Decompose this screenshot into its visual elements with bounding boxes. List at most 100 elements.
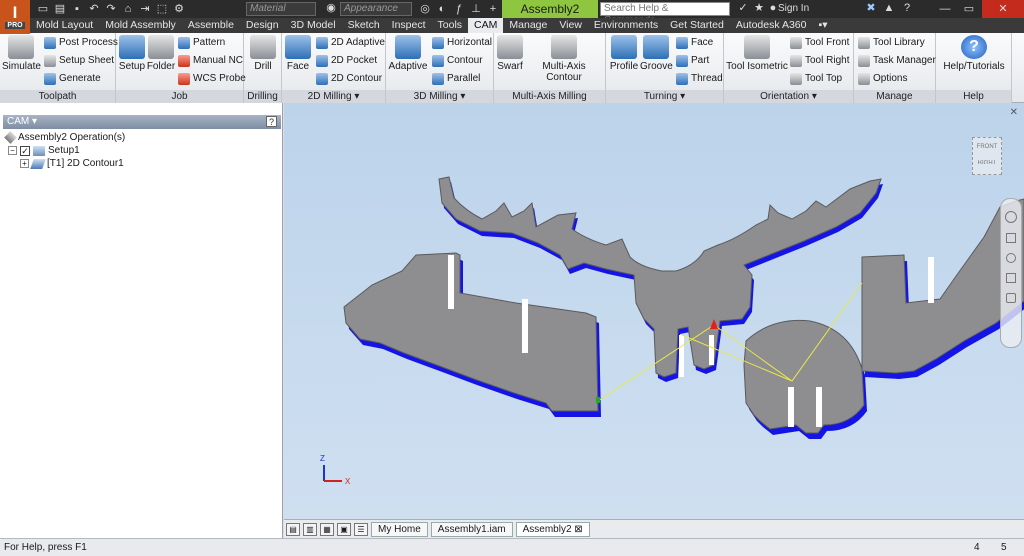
part-button[interactable]: Part — [676, 53, 709, 68]
tab-view[interactable]: View — [553, 18, 588, 33]
tab-cam[interactable]: CAM — [468, 18, 504, 33]
tab-inspect[interactable]: Inspect — [386, 18, 432, 33]
sign-in-link[interactable]: Sign In — [778, 2, 809, 16]
panel-title-orientation[interactable]: Orientation ▾ — [724, 90, 853, 103]
tool-top-button[interactable]: Tool Top — [790, 71, 842, 86]
face-button[interactable]: Face — [284, 35, 312, 72]
open-folder-icon[interactable]: ▤ — [53, 3, 67, 16]
doctab-assembly2[interactable]: Assembly2 ⊠ — [515, 521, 590, 537]
tab-get-started[interactable]: Get Started — [664, 18, 730, 33]
zoom-icon[interactable] — [1006, 253, 1016, 263]
properties-icon[interactable]: ⚙ — [172, 3, 186, 16]
tool-library-button[interactable]: Tool Library — [858, 35, 925, 50]
profile-button[interactable]: Profile — [608, 35, 640, 72]
tab-environments[interactable]: Environments — [588, 18, 664, 33]
redo-icon[interactable]: ↷ — [104, 3, 118, 16]
task-manager-button[interactable]: Task Manager — [858, 53, 936, 68]
tab-autodesk-a360[interactable]: Autodesk A360 — [730, 18, 813, 33]
setup-button[interactable]: Setup — [118, 35, 146, 72]
viewcube-right-label[interactable]: RIGHT — [973, 158, 1001, 164]
panel-title-turning[interactable]: Turning ▾ — [606, 90, 723, 103]
setup-checkbox[interactable]: ✓ — [20, 145, 30, 156]
tile-horizontal-icon[interactable]: ▤ — [286, 522, 300, 536]
viewcube-front-label[interactable]: FRONT — [973, 144, 1001, 150]
search-tools-icon[interactable]: ✓ — [736, 2, 750, 15]
tab-mold-layout[interactable]: Mold Layout — [30, 18, 99, 33]
horizontal-button[interactable]: Horizontal — [432, 35, 492, 50]
panel-title-3d-milling[interactable]: 3D Milling ▾ — [386, 90, 493, 103]
maximize-button[interactable]: ▭ — [958, 0, 980, 18]
material-dropdown[interactable]: Material — [246, 2, 316, 16]
select-icon[interactable]: ⬚ — [155, 3, 169, 16]
tab-3d-model[interactable]: 3D Model — [285, 18, 342, 33]
tab-tools[interactable]: Tools — [432, 18, 469, 33]
cascade-icon[interactable]: ▦ — [320, 522, 334, 536]
viewcube[interactable]: FRONT RIGHT — [972, 137, 1002, 175]
swarf-button[interactable]: Swarf — [496, 35, 524, 72]
groove-button[interactable]: Groove — [640, 35, 673, 72]
steering-wheel-icon[interactable] — [1005, 211, 1017, 223]
tab-manage[interactable]: Manage — [503, 18, 553, 33]
orbit-icon[interactable] — [1006, 273, 1016, 283]
wcs-probe-button[interactable]: WCS Probe — [178, 71, 246, 86]
return-icon[interactable]: ⇥ — [138, 3, 152, 16]
minimize-button[interactable]: — — [934, 0, 956, 18]
contour-button[interactable]: Contour — [432, 53, 483, 68]
clear-appearance-icon[interactable]: ◎ — [418, 3, 432, 16]
viewport-close-icon[interactable]: ✕ — [1010, 107, 1018, 118]
tree-item-operation[interactable]: + [T1] 2D Contour1 — [20, 158, 124, 169]
drill-button[interactable]: Drill — [248, 35, 278, 72]
pattern-button[interactable]: Pattern — [178, 35, 225, 50]
browser-help-icon[interactable]: ? — [266, 116, 277, 127]
application-menu-button[interactable]: I PRO — [0, 0, 30, 34]
tab-design[interactable]: Design — [240, 18, 285, 33]
arrange-icon[interactable]: ▣ — [337, 522, 351, 536]
adjust-icon[interactable]: ◐ — [435, 3, 449, 16]
tree-root[interactable]: Assembly2 Operation(s) — [4, 131, 125, 144]
round-part[interactable] — [743, 319, 867, 439]
folder-button[interactable]: Folder — [146, 35, 176, 72]
measure-icon[interactable]: ⊥ — [469, 3, 483, 16]
post-process-button[interactable]: Post Process — [44, 35, 118, 50]
2d-pocket-button[interactable]: 2D Pocket — [316, 53, 377, 68]
tile-vertical-icon[interactable]: ▥ — [303, 522, 317, 536]
home-icon[interactable]: ⌂ — [121, 3, 135, 16]
tab-assemble[interactable]: Assemble — [182, 18, 240, 33]
function-icon[interactable]: ƒ — [452, 3, 466, 16]
panel-title-2d-milling[interactable]: 2D Milling ▾ — [282, 90, 385, 103]
document-list-icon[interactable]: ☰ — [354, 522, 368, 536]
appearance-dropdown[interactable]: Appearance — [340, 2, 412, 16]
close-tab-icon[interactable]: ⊠ — [574, 524, 582, 535]
graphics-viewport[interactable]: Z X ✕ FRONT RIGHT — [284, 103, 1024, 519]
tool-right-button[interactable]: Tool Right — [790, 53, 849, 68]
pan-icon[interactable] — [1006, 233, 1016, 243]
help-tutorials-button[interactable]: ? Help/Tutorials — [940, 35, 1008, 72]
generate-button[interactable]: Generate — [44, 71, 101, 86]
parallel-button[interactable]: Parallel — [432, 71, 480, 86]
close-window-button[interactable]: ✕ — [982, 0, 1024, 18]
ribbon-options-icon[interactable]: ▪▾ — [812, 18, 833, 33]
appearance-color-icon[interactable]: ◉ — [324, 2, 338, 15]
tool-front-button[interactable]: Tool Front — [790, 35, 849, 50]
collapse-icon[interactable]: − — [8, 146, 17, 155]
setup-sheet-button[interactable]: Setup Sheet — [44, 53, 114, 68]
help-dropdown-icon[interactable]: ? — [900, 2, 914, 15]
doctab-assembly1[interactable]: Assembly1.iam — [430, 521, 513, 537]
thread-button[interactable]: Thread — [676, 71, 723, 86]
2d-adaptive-button[interactable]: 2D Adaptive — [316, 35, 385, 50]
favorites-star-icon[interactable]: ★ — [752, 2, 766, 15]
expand-icon[interactable]: + — [20, 159, 29, 168]
simulate-button[interactable]: Simulate — [2, 35, 41, 72]
tab-sketch[interactable]: Sketch — [342, 18, 386, 33]
adaptive-button[interactable]: Adaptive — [388, 35, 428, 72]
tree-item-setup[interactable]: − ✓ Setup1 — [8, 145, 80, 156]
browser-header[interactable]: CAM ▾ ? — [3, 115, 281, 129]
doctab-my-home[interactable]: My Home — [371, 521, 428, 537]
look-at-icon[interactable] — [1006, 293, 1016, 303]
tab-mold-assembly[interactable]: Mold Assembly — [99, 18, 182, 33]
new-file-icon[interactable]: ▭ — [36, 3, 50, 16]
add-icon[interactable]: + — [486, 3, 500, 16]
2d-contour-button[interactable]: 2D Contour — [316, 71, 382, 86]
tool-isometric-button[interactable]: Tool Isometric — [726, 35, 788, 72]
a360-icon[interactable]: ▲ — [882, 2, 896, 15]
